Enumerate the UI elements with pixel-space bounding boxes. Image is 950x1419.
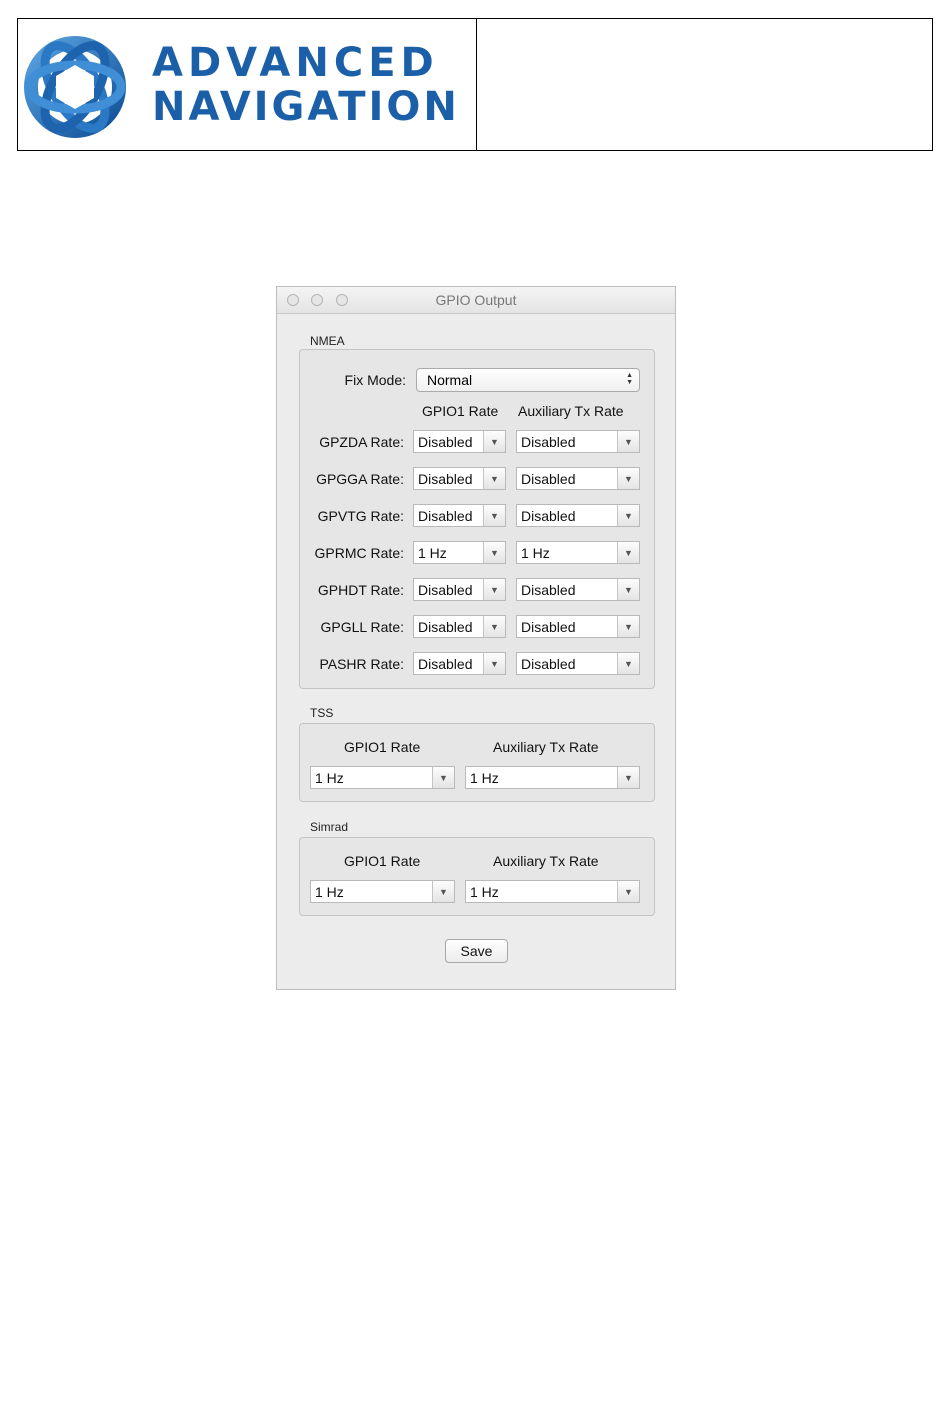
chevron-down-icon[interactable]: ▼ [617, 616, 639, 637]
simrad-aux-value: 1 Hz [470, 884, 499, 900]
gprmc-label: GPRMC Rate: [314, 545, 404, 561]
simrad-gpio1-value: 1 Hz [315, 884, 344, 900]
gpgga-label: GPGGA Rate: [316, 471, 404, 487]
tss-gpio1-value: 1 Hz [315, 770, 344, 786]
gpgll-label: GPGLL Rate: [320, 619, 404, 635]
brand-line-2: NAVIGATION [152, 84, 460, 130]
chevron-down-icon[interactable]: ▼ [617, 767, 639, 788]
gpzda-label: GPZDA Rate: [319, 434, 404, 450]
chevron-down-icon[interactable]: ▼ [483, 505, 505, 526]
tss-aux-combo[interactable]: 1 Hz ▼ [465, 766, 640, 789]
gpgll-gpio1-value: Disabled [418, 619, 473, 635]
gpvtg-gpio1-combo[interactable]: Disabled ▼ [413, 504, 506, 527]
pashr-label: PASHR Rate: [319, 656, 404, 672]
advanced-navigation-logo-icon [24, 36, 126, 138]
logo-cell: ADVANCED NAVIGATION [18, 19, 477, 150]
gphdt-gpio1-value: Disabled [418, 582, 473, 598]
gphdt-aux-value: Disabled [521, 582, 576, 598]
chevron-down-icon[interactable]: ▼ [483, 616, 505, 637]
gprmc-aux-combo[interactable]: 1 Hz ▼ [516, 541, 640, 564]
updown-arrows-icon: ▲ ▼ [626, 372, 633, 386]
brand-wordmark: ADVANCED NAVIGATION [152, 43, 460, 127]
chevron-down-icon[interactable]: ▼ [617, 579, 639, 600]
chevron-down-icon[interactable]: ▼ [432, 881, 454, 902]
gprmc-gpio1-combo[interactable]: 1 Hz ▼ [413, 541, 506, 564]
brand-line-1: ADVANCED [152, 40, 439, 86]
chevron-down-icon[interactable]: ▼ [617, 505, 639, 526]
tss-group: GPIO1 Rate Auxiliary Tx Rate 1 Hz ▼ 1 Hz ▼ [299, 723, 655, 802]
chevron-down-icon[interactable]: ▼ [483, 542, 505, 563]
gprmc-gpio1-value: 1 Hz [418, 545, 447, 561]
pashr-gpio1-value: Disabled [418, 656, 473, 672]
gpvtg-label: GPVTG Rate: [317, 508, 404, 524]
chevron-down-icon[interactable]: ▼ [483, 579, 505, 600]
gpgga-aux-combo[interactable]: Disabled ▼ [516, 467, 640, 490]
save-button[interactable]: Save [445, 939, 508, 963]
simrad-group-label: Simrad [310, 820, 349, 834]
gpzda-aux-value: Disabled [521, 434, 576, 450]
tss-aux-value: 1 Hz [470, 770, 499, 786]
gpgll-aux-combo[interactable]: Disabled ▼ [516, 615, 640, 638]
chevron-down-icon[interactable]: ▼ [483, 653, 505, 674]
gpvtg-aux-combo[interactable]: Disabled ▼ [516, 504, 640, 527]
chevron-down-icon[interactable]: ▼ [432, 767, 454, 788]
nmea-group-label: NMEA [310, 334, 345, 348]
simrad-aux-header: Auxiliary Tx Rate [493, 853, 599, 869]
chevron-down-icon[interactable]: ▼ [617, 468, 639, 489]
gpzda-gpio1-value: Disabled [418, 434, 473, 450]
window-title: GPIO Output [435, 292, 517, 308]
simrad-gpio1-header: GPIO1 Rate [344, 853, 421, 869]
tss-aux-header: Auxiliary Tx Rate [493, 739, 599, 755]
gpgga-gpio1-value: Disabled [418, 471, 473, 487]
fix-mode-label: Fix Mode: [344, 372, 406, 388]
gpgll-gpio1-combo[interactable]: Disabled ▼ [413, 615, 506, 638]
gpio-output-window: GPIO Output NMEA Fix Mode: Normal ▲ ▼ GPI… [276, 286, 676, 990]
tss-gpio1-combo[interactable]: 1 Hz ▼ [310, 766, 455, 789]
gpvtg-gpio1-value: Disabled [418, 508, 473, 524]
fix-mode-value: Normal [427, 372, 473, 388]
pashr-gpio1-combo[interactable]: Disabled ▼ [413, 652, 506, 675]
tss-group-label: TSS [310, 706, 334, 720]
chevron-down-icon[interactable]: ▼ [483, 431, 505, 452]
gpgga-gpio1-combo[interactable]: Disabled ▼ [413, 467, 506, 490]
nmea-group: Fix Mode: Normal ▲ ▼ GPIO1 Rate Auxiliary… [299, 349, 655, 689]
document-header: ADVANCED NAVIGATION [17, 18, 933, 151]
chevron-down-icon[interactable]: ▼ [617, 542, 639, 563]
gpzda-gpio1-combo[interactable]: Disabled ▼ [413, 430, 506, 453]
chevron-down-icon[interactable]: ▼ [483, 468, 505, 489]
simrad-aux-combo[interactable]: 1 Hz ▼ [465, 880, 640, 903]
gphdt-aux-combo[interactable]: Disabled ▼ [516, 578, 640, 601]
pashr-aux-combo[interactable]: Disabled ▼ [516, 652, 640, 675]
chevron-down-icon[interactable]: ▼ [617, 431, 639, 452]
gpgll-aux-value: Disabled [521, 619, 576, 635]
simrad-group: GPIO1 Rate Auxiliary Tx Rate 1 Hz ▼ 1 Hz ▼ [299, 837, 655, 916]
gprmc-aux-value: 1 Hz [521, 545, 550, 561]
gphdt-gpio1-combo[interactable]: Disabled ▼ [413, 578, 506, 601]
simrad-gpio1-combo[interactable]: 1 Hz ▼ [310, 880, 455, 903]
chevron-down-icon[interactable]: ▼ [617, 881, 639, 902]
gphdt-label: GPHDT Rate: [317, 582, 404, 598]
nmea-aux-header: Auxiliary Tx Rate [518, 403, 624, 419]
gpvtg-aux-value: Disabled [521, 508, 576, 524]
pashr-aux-value: Disabled [521, 656, 576, 672]
title-bar[interactable]: GPIO Output [277, 287, 675, 314]
fix-mode-select[interactable]: Normal ▲ ▼ [416, 368, 640, 392]
nmea-gpio1-header: GPIO1 Rate [422, 403, 499, 419]
header-blank-cell [477, 19, 932, 150]
gpzda-aux-combo[interactable]: Disabled ▼ [516, 430, 640, 453]
tss-gpio1-header: GPIO1 Rate [344, 739, 421, 755]
chevron-down-icon[interactable]: ▼ [617, 653, 639, 674]
gpgga-aux-value: Disabled [521, 471, 576, 487]
